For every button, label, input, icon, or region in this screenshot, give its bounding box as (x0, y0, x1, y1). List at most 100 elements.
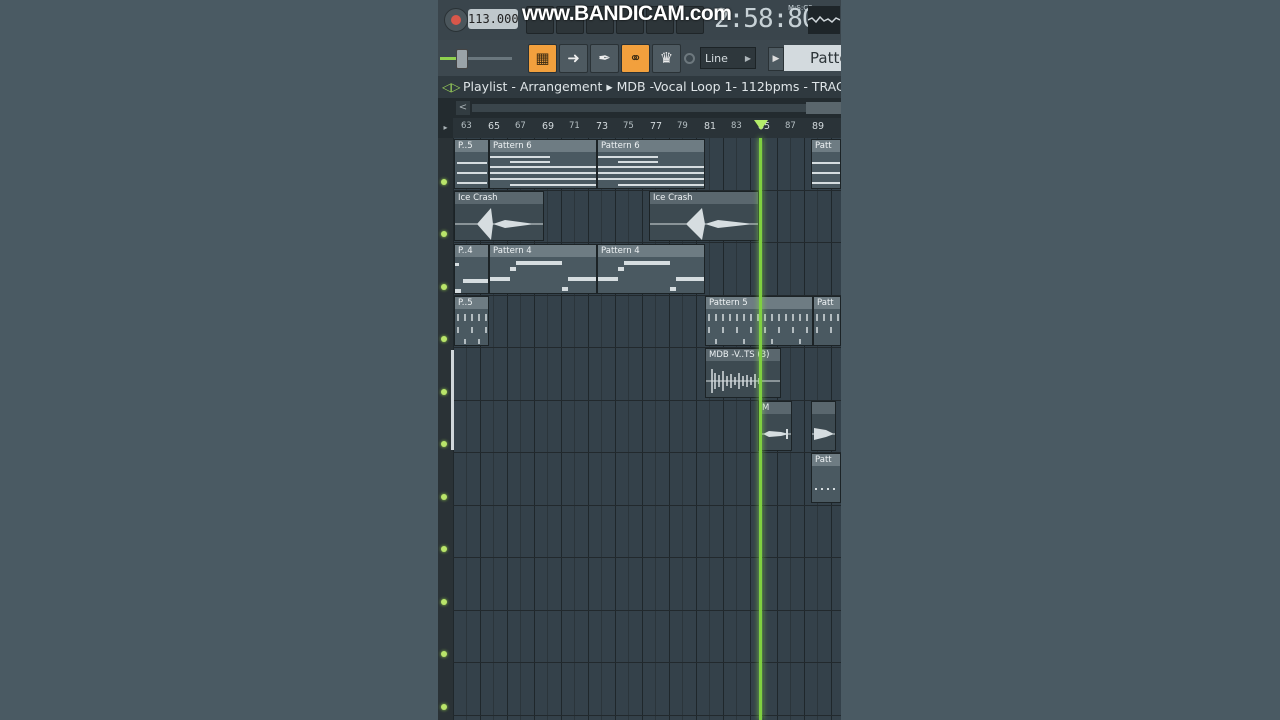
playhead-line[interactable] (759, 138, 762, 720)
clip-label: Ice Crash (650, 192, 758, 204)
pattern-clip[interactable]: Pattern 6 (597, 139, 705, 189)
triangle-right-icon: ▶ (772, 54, 780, 64)
chevron-left-icon[interactable]: < (456, 101, 470, 115)
snap-select[interactable]: Line ▶ (700, 47, 756, 69)
clip-label: Patt (812, 140, 840, 152)
grid-line (547, 138, 548, 720)
track-led[interactable] (441, 494, 447, 500)
pattern-clip[interactable]: P..4 (454, 244, 489, 294)
clip-label: M (759, 402, 791, 414)
pattern-clip[interactable]: Patt (811, 139, 841, 189)
clip-notes (815, 488, 835, 490)
scroll-thumb[interactable] (806, 102, 841, 114)
pattern-prev-button[interactable]: ▶ (768, 47, 784, 71)
bar-number: 79 (677, 121, 688, 131)
waveform-icon (812, 428, 835, 440)
draw-tool-button[interactable]: ✒ (590, 44, 619, 73)
track-led[interactable] (441, 546, 447, 552)
playlist-titlebar: ◁▷ Playlist - Arrangement ▸ MDB -Vocal L… (438, 76, 841, 98)
hat-pattern-notes (816, 314, 839, 333)
bar-number: 81 (704, 121, 717, 132)
playlist-title: Playlist - Arrangement ▸ MDB -Vocal Loop… (463, 79, 841, 94)
pattern-clip[interactable]: Pattern 6 (489, 139, 597, 189)
link-button[interactable]: ⚭ (621, 44, 650, 73)
pattern-picker[interactable]: Patte (784, 45, 841, 71)
bar-number: 63 (461, 121, 472, 131)
bar-number: 73 (596, 121, 609, 132)
tempo-display[interactable]: 113.000 (468, 9, 519, 29)
track-separator (453, 610, 841, 611)
playlist-toolbar: ▦ ➜ ✒ ⚭ ♛ Line ▶ ▶ Patte (438, 40, 841, 77)
waveform-icon (807, 15, 841, 24)
track-led[interactable] (441, 179, 447, 185)
plugin-button[interactable]: ♛ (652, 44, 681, 73)
timeline-ruler[interactable]: 63 65 67 69 71 73 75 77 79 81 83 85 87 8… (453, 118, 841, 139)
fl-studio-window: 113.000 2:58:80 M:S:CS www.BANDICAM.com … (438, 0, 841, 720)
audio-clip[interactable] (811, 401, 836, 451)
pattern-clip[interactable]: Pattern 4 (489, 244, 597, 294)
scroll-track[interactable] (472, 104, 806, 112)
clip-label: Ice Crash (455, 192, 543, 204)
track-led[interactable] (441, 231, 447, 237)
track-led[interactable] (441, 389, 447, 395)
step-arrow-button[interactable]: ➜ (559, 44, 588, 73)
pencil-icon: ✒ (598, 49, 611, 67)
playlist-icon: ▦ (535, 49, 550, 67)
audio-clip[interactable]: MDB -V..TS (3) (705, 348, 781, 398)
track-separator (453, 662, 841, 663)
ruler-menu-icon[interactable]: ▸ (438, 118, 453, 138)
clip-label: Pattern 6 (490, 140, 596, 152)
pattern-clip[interactable]: P..5 (454, 139, 489, 189)
grid-line (642, 138, 643, 720)
clip-label: P..5 (455, 297, 488, 309)
audio-clip[interactable]: M (758, 401, 792, 451)
snap-value: Line (705, 52, 728, 65)
clip-notes (455, 152, 488, 188)
record-button[interactable] (444, 8, 468, 32)
pattern-clip[interactable]: Patt (813, 296, 841, 346)
playhead-marker[interactable] (754, 120, 768, 130)
bar-number: 67 (515, 121, 526, 131)
grid-line (574, 138, 575, 720)
track-led[interactable] (441, 284, 447, 290)
audio-clip[interactable]: Ice Crash (454, 191, 544, 241)
record-icon (451, 15, 461, 25)
transport-bar: 113.000 2:58:80 M:S:CS www.BANDICAM.com (438, 0, 841, 41)
bar-number: 71 (569, 121, 580, 131)
link-icon: ⚭ (629, 49, 642, 67)
track-separator (453, 505, 841, 506)
chevron-right-icon: ▶ (744, 54, 751, 63)
hat-pattern-notes (457, 314, 487, 344)
bar-number: 69 (542, 121, 555, 132)
clip-notes (812, 152, 840, 188)
playlist-grid[interactable]: P..5 Pattern 6 Pattern 6 Patt Ice Crash … (451, 138, 841, 720)
clip-label: Pattern 4 (598, 245, 704, 257)
track-led[interactable] (441, 336, 447, 342)
bar-number: 75 (623, 121, 634, 131)
track-separator (453, 557, 841, 558)
audio-clip[interactable]: Ice Crash (649, 191, 759, 241)
track-led[interactable] (441, 599, 447, 605)
clip-notes (490, 152, 596, 188)
master-volume-slider[interactable] (456, 49, 468, 69)
clip-notes (598, 257, 704, 293)
clip-label (812, 402, 835, 414)
playlist-tracks: P..5 Pattern 6 Pattern 6 Patt Ice Crash … (438, 138, 841, 720)
track-separator (453, 715, 841, 716)
grid-line (628, 138, 629, 720)
pattern-clip[interactable]: P..5 (454, 296, 489, 346)
plugin-icon: ♛ (659, 49, 674, 67)
track-led[interactable] (441, 704, 447, 710)
clip-label: P..5 (455, 140, 488, 152)
track-led[interactable] (441, 651, 447, 657)
bar-number: 87 (785, 121, 796, 131)
pattern-clip[interactable]: Pattern 4 (597, 244, 705, 294)
track-led[interactable] (441, 441, 447, 447)
grid-line (588, 138, 589, 720)
clip-label: P..4 (455, 245, 488, 257)
horizontal-scrollbar[interactable]: < (438, 98, 841, 118)
pattern-clip[interactable]: Patt (811, 453, 841, 503)
playlist-view-button[interactable]: ▦ (528, 44, 557, 73)
clip-label: Pattern 6 (598, 140, 704, 152)
speaker-icon[interactable]: ◁▷ (442, 76, 460, 98)
